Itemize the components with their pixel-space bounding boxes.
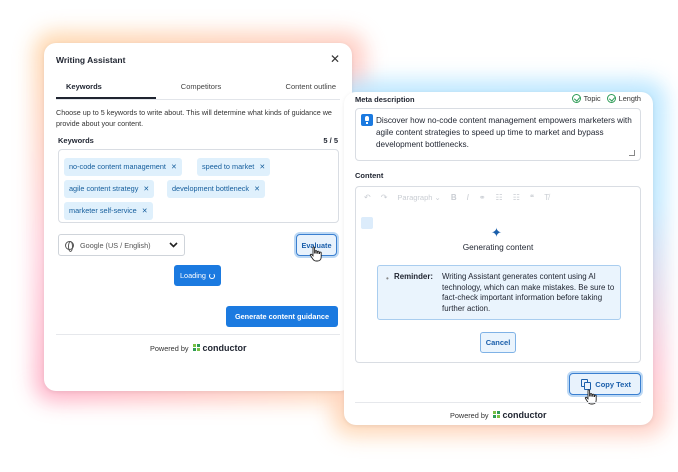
keywords-label: Keywords bbox=[58, 136, 94, 145]
meta-description-label: Meta description bbox=[355, 95, 415, 104]
globe-icon bbox=[65, 240, 74, 252]
paragraph-style-select[interactable]: Paragraph ⌄ bbox=[397, 193, 440, 202]
divider bbox=[56, 334, 340, 335]
keywords-instructions: Choose up to 5 keywords to write about. … bbox=[56, 108, 332, 128]
search-engine-value: Google (US / English) bbox=[80, 240, 151, 250]
loading-button[interactable]: Loading bbox=[174, 265, 221, 286]
copy-text-label: Copy Text bbox=[595, 379, 631, 389]
link-icon[interactable]: ⚭ bbox=[479, 193, 486, 202]
editor-toolbar: ↶ ↷ Paragraph ⌄ B I ⚭ ☷ ☷ ❝ T̸ bbox=[356, 187, 640, 207]
copy-text-button[interactable]: Copy Text bbox=[569, 373, 641, 395]
brand-name: conductor bbox=[502, 410, 547, 420]
chevron-down-icon bbox=[169, 240, 178, 250]
spinner-icon bbox=[208, 272, 215, 279]
powered-by: Powered by conductor bbox=[150, 343, 247, 353]
remove-keyword-icon[interactable]: ✕ bbox=[171, 164, 177, 171]
check-circle-icon bbox=[571, 94, 581, 103]
italic-icon[interactable]: I bbox=[467, 193, 469, 202]
conductor-logo-icon bbox=[492, 411, 501, 419]
lightbulb-icon bbox=[361, 114, 373, 126]
brand-name: conductor bbox=[202, 343, 247, 353]
generating-status: Generating content bbox=[462, 242, 534, 252]
sparkle-icon: ✦ bbox=[491, 225, 502, 240]
meta-description-textarea[interactable]: Discover how no-code content management … bbox=[355, 108, 641, 161]
check-badges: Topic Length bbox=[571, 94, 641, 103]
redo-icon[interactable]: ↷ bbox=[381, 193, 388, 202]
powered-by-label: Powered by bbox=[450, 410, 489, 420]
hand-cursor-icon bbox=[309, 246, 322, 262]
chevron-down-icon: ⌄ bbox=[434, 192, 441, 202]
content-label: Content bbox=[355, 171, 384, 180]
reminder-label: Reminder: bbox=[394, 272, 434, 281]
tab-content-outline[interactable]: Content outline bbox=[246, 80, 340, 99]
remove-keyword-icon[interactable]: ✕ bbox=[142, 208, 148, 215]
tab-competitors[interactable]: Competitors bbox=[156, 80, 246, 99]
content-panel: Meta description Topic Length Discover h… bbox=[344, 92, 653, 425]
keyword-chip-label: no-code content management bbox=[69, 162, 166, 171]
meta-description-text: Discover how no-code content management … bbox=[376, 116, 632, 149]
bullet: • bbox=[386, 274, 389, 283]
search-engine-select[interactable]: Google (US / English) bbox=[58, 234, 185, 256]
tab-bar: Keywords Competitors Content outline bbox=[56, 80, 340, 100]
undo-icon[interactable]: ↶ bbox=[364, 193, 371, 202]
close-icon[interactable]: ✕ bbox=[330, 52, 340, 66]
panel-title: Writing Assistant bbox=[56, 55, 126, 65]
keywords-count: 5 / 5 bbox=[323, 136, 338, 145]
reminder-text: Writing Assistant generates content usin… bbox=[442, 272, 615, 313]
keyword-chip: development bottleneck ✕ bbox=[167, 180, 265, 198]
ai-reminder-notice: • Reminder: Writing Assistant generates … bbox=[377, 265, 621, 320]
topic-badge: Topic bbox=[571, 94, 601, 103]
conductor-logo-icon bbox=[192, 344, 201, 352]
divider bbox=[355, 402, 641, 403]
keyword-chip: speed to market ✕ bbox=[197, 158, 271, 176]
remove-keyword-icon[interactable]: ✕ bbox=[254, 186, 260, 193]
check-circle-icon bbox=[606, 94, 616, 103]
bold-icon[interactable]: B bbox=[451, 193, 457, 202]
keyword-chip: agile content strategy ✕ bbox=[64, 180, 155, 198]
keyword-chip-label: speed to market bbox=[202, 162, 255, 171]
cancel-button[interactable]: Cancel bbox=[480, 332, 516, 353]
keyword-chip-label: agile content strategy bbox=[69, 184, 139, 193]
powered-by-label: Powered by bbox=[150, 343, 189, 353]
keyword-chip-label: development bottleneck bbox=[172, 184, 250, 193]
lightbulb-icon bbox=[361, 217, 373, 229]
generate-content-guidance-button[interactable]: Generate content guidance bbox=[226, 306, 338, 327]
remove-keyword-icon[interactable]: ✕ bbox=[143, 186, 149, 193]
keyword-chip-label: marketer self-service bbox=[69, 206, 137, 215]
remove-keyword-icon[interactable]: ✕ bbox=[259, 164, 265, 171]
powered-by: Powered by conductor bbox=[450, 410, 547, 420]
resize-handle-icon[interactable] bbox=[629, 150, 635, 156]
tab-keywords[interactable]: Keywords bbox=[56, 80, 156, 99]
quote-icon[interactable]: ❝ bbox=[530, 193, 534, 202]
keywords-input[interactable]: no-code content management ✕ speed to mar… bbox=[58, 149, 339, 223]
length-badge: Length bbox=[606, 94, 641, 103]
content-editor[interactable]: ↶ ↷ Paragraph ⌄ B I ⚭ ☷ ☷ ❝ T̸ ✦ Generat… bbox=[355, 186, 641, 363]
writing-assistant-panel: Writing Assistant ✕ Keywords Competitors… bbox=[44, 43, 352, 391]
keyword-chip: no-code content management ✕ bbox=[64, 158, 182, 176]
clear-format-icon[interactable]: T̸ bbox=[544, 193, 549, 202]
loading-label: Loading bbox=[180, 271, 206, 280]
ordered-list-icon[interactable]: ☷ bbox=[496, 193, 503, 202]
bullet-list-icon[interactable]: ☷ bbox=[513, 193, 520, 202]
keyword-chip: marketer self-service ✕ bbox=[64, 202, 153, 220]
